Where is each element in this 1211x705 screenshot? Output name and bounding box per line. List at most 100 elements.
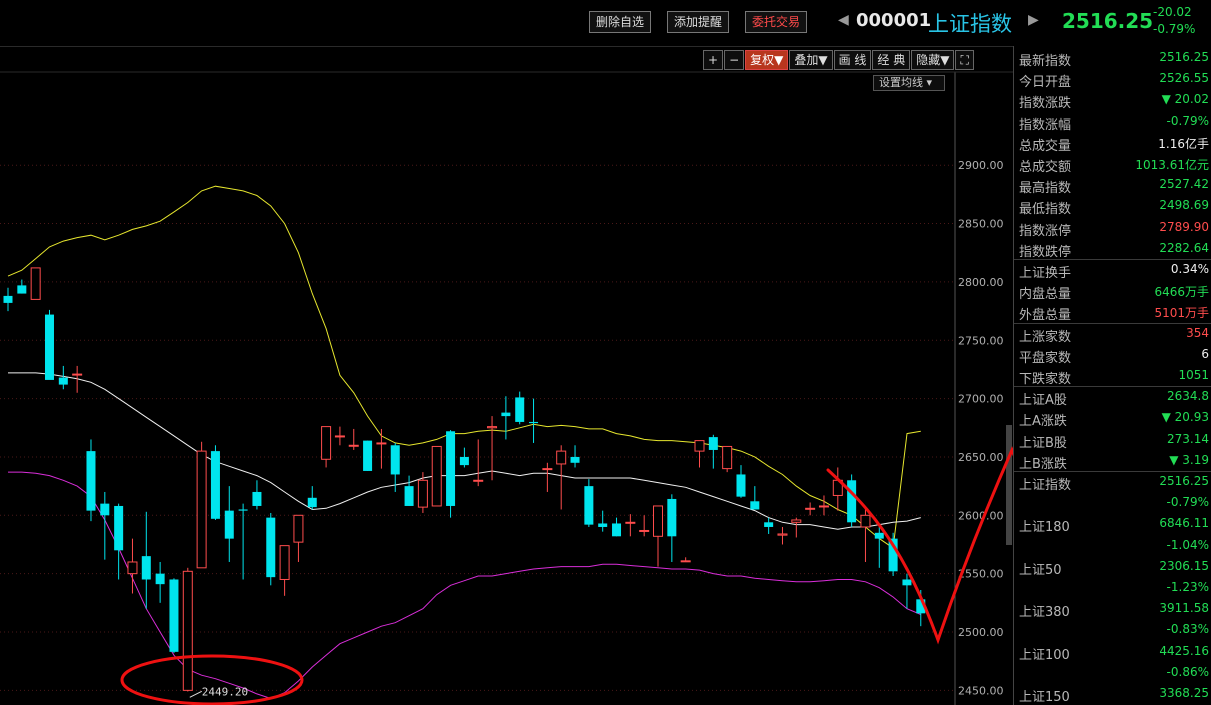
panel-row: 最新指数 2516.25 — [1014, 48, 1211, 69]
candle-body-down — [155, 573, 165, 585]
hide-dropdown[interactable]: 隐藏▼ — [911, 50, 955, 70]
panel-row: 上证B股 273.14 — [1014, 430, 1211, 451]
y-tick-label: 2650.00 — [958, 451, 1004, 464]
candle-body-up — [860, 514, 871, 528]
candle-body-up — [348, 444, 359, 447]
candle-body-down — [86, 451, 96, 511]
panel-row-value: 2516.25 — [1159, 474, 1209, 488]
panel-row-value: 2516.25 — [1159, 50, 1209, 64]
candle-body-down — [598, 523, 608, 527]
panel-row: 上证150 3368.25 — [1014, 684, 1211, 705]
candle-body-down — [114, 505, 124, 551]
quote-panel: 最新指数 2516.25 今日开盘 2526.55 指数涨跌 ▼ 20.02 指数涨幅 -0.… — [1013, 46, 1211, 705]
panel-row-value: -0.83% — [1166, 622, 1209, 637]
candle-body-down — [750, 501, 760, 510]
candle-body-up — [473, 479, 484, 482]
candle-body-down — [210, 451, 220, 519]
price-change: -20.02 — [1153, 5, 1192, 19]
panel-row: 指数涨跌 ▼ 20.02 — [1014, 90, 1211, 111]
panel-row-value: 6846.11 — [1159, 516, 1209, 531]
panel-row: -1.04% — [1014, 536, 1211, 557]
candle-body-up — [431, 445, 442, 507]
panel-row-label: 上B涨跌 — [1019, 456, 1067, 472]
panel-row-label: 上证180 — [1019, 520, 1070, 536]
candle-body-up — [777, 533, 788, 536]
add-alert-button[interactable]: 添加提醒 — [667, 11, 730, 33]
candle-body-up — [556, 450, 567, 465]
panel-row-label: 上证150 — [1019, 690, 1070, 705]
candle-body-down — [404, 486, 414, 506]
overlay-dropdown[interactable]: 叠加▼ — [789, 50, 833, 70]
last-price: 2516.25 — [1062, 9, 1154, 33]
panel-row: 下跌家数 1051 — [1014, 366, 1211, 387]
candle-body-down — [44, 314, 54, 380]
candle-body-up — [279, 545, 290, 580]
panel-row: 今日开盘 2526.55 — [1014, 69, 1211, 90]
candle-body-down — [58, 377, 68, 385]
y-tick-label: 2900.00 — [958, 159, 1004, 172]
next-stock-icon[interactable]: ▶ — [1028, 12, 1039, 28]
panel-row-value: 2527.42 — [1159, 177, 1209, 192]
candle-body-down — [446, 431, 456, 506]
candle-body-up — [417, 479, 428, 508]
panel-row-value: ▼ 20.93 — [1161, 410, 1209, 425]
panel-row: 上证A股 2634.8 — [1014, 387, 1211, 408]
candle-body-up — [818, 505, 829, 508]
panel-row-value: 6 — [1201, 346, 1209, 361]
y-tick-label: 2800.00 — [958, 276, 1004, 289]
panel-row-label: 总成交量 — [1019, 138, 1072, 154]
candle-body-down — [169, 579, 179, 652]
panel-row: 上A涨跌 ▼ 20.93 — [1014, 408, 1211, 429]
y-tick-label: 2700.00 — [958, 393, 1004, 406]
candle-body-up — [791, 519, 802, 523]
candle-body-down — [141, 556, 151, 580]
panel-row-value: 2282.64 — [1159, 240, 1209, 255]
entrust-trade-button[interactable]: 委托交易 — [745, 11, 808, 33]
candle-body-down — [501, 412, 511, 417]
panel-row-value: ▼ 20.02 — [1161, 92, 1209, 107]
draw-line-button[interactable]: 画 线 — [833, 50, 872, 70]
candle-body-down — [847, 480, 857, 523]
panel-row-value: 3911.58 — [1159, 601, 1209, 616]
candle-body-down — [584, 486, 594, 525]
candle-body-down — [515, 397, 525, 422]
panel-row: 上证100 4425.16 — [1014, 642, 1211, 663]
zoom-out-button[interactable]: − — [724, 50, 745, 70]
panel-row-value: 1013.61亿元 — [1135, 158, 1209, 172]
panel-row-label: 上涨家数 — [1019, 329, 1072, 345]
candle-body-up — [639, 529, 650, 532]
panel-row: -0.86% — [1014, 663, 1211, 684]
candle-body-down — [667, 498, 677, 537]
classic-button[interactable]: 经 典 — [872, 50, 911, 70]
candle-body-up — [680, 560, 691, 563]
panel-row-label: 总成交额 — [1019, 160, 1072, 175]
candle-body-up — [72, 373, 83, 376]
panel-row: -0.79% — [1014, 493, 1211, 514]
panel-row-value: -1.04% — [1166, 537, 1209, 552]
panel-row-value: 2634.8 — [1167, 389, 1209, 404]
candle-body-down — [307, 497, 317, 508]
candle-body-up — [542, 468, 553, 471]
fuquan-dropdown[interactable]: 复权▼ — [745, 50, 789, 70]
candle-body-up — [487, 426, 498, 429]
panel-row: 外盘总量 5101万手 — [1014, 302, 1211, 323]
chart-scrollbar — [1006, 425, 1012, 545]
candle-body-down — [390, 445, 400, 475]
kline-chart[interactable]: 2900.00 2850.00 2800.00 2750.00 2700.00 2650.… — [0, 0, 1013, 705]
panel-row: 指数涨幅 -0.79% — [1014, 112, 1211, 133]
panel-row-label: 外盘总量 — [1019, 308, 1072, 324]
panel-row: 上证50 2306.15 — [1014, 557, 1211, 578]
delete-watchlist-button[interactable]: 删除自选 — [589, 11, 652, 33]
candle-body-down — [238, 509, 248, 511]
panel-row-label: 上证换手 — [1019, 266, 1072, 281]
candle-body-down — [252, 491, 262, 506]
prev-stock-icon[interactable]: ◀ — [838, 12, 849, 28]
y-tick-label: 2550.00 — [958, 568, 1004, 581]
set-ma-dropdown[interactable]: 设置均线 ▾ — [873, 75, 945, 91]
zoom-in-button[interactable]: + — [703, 50, 724, 70]
fullscreen-icon[interactable]: ⛶ — [955, 50, 974, 70]
y-tick-label: 2500.00 — [958, 626, 1004, 639]
y-tick-label: 2850.00 — [958, 218, 1004, 231]
panel-row-label: 内盘总量 — [1019, 287, 1072, 303]
panel-row-label: 最新指数 — [1019, 54, 1072, 69]
